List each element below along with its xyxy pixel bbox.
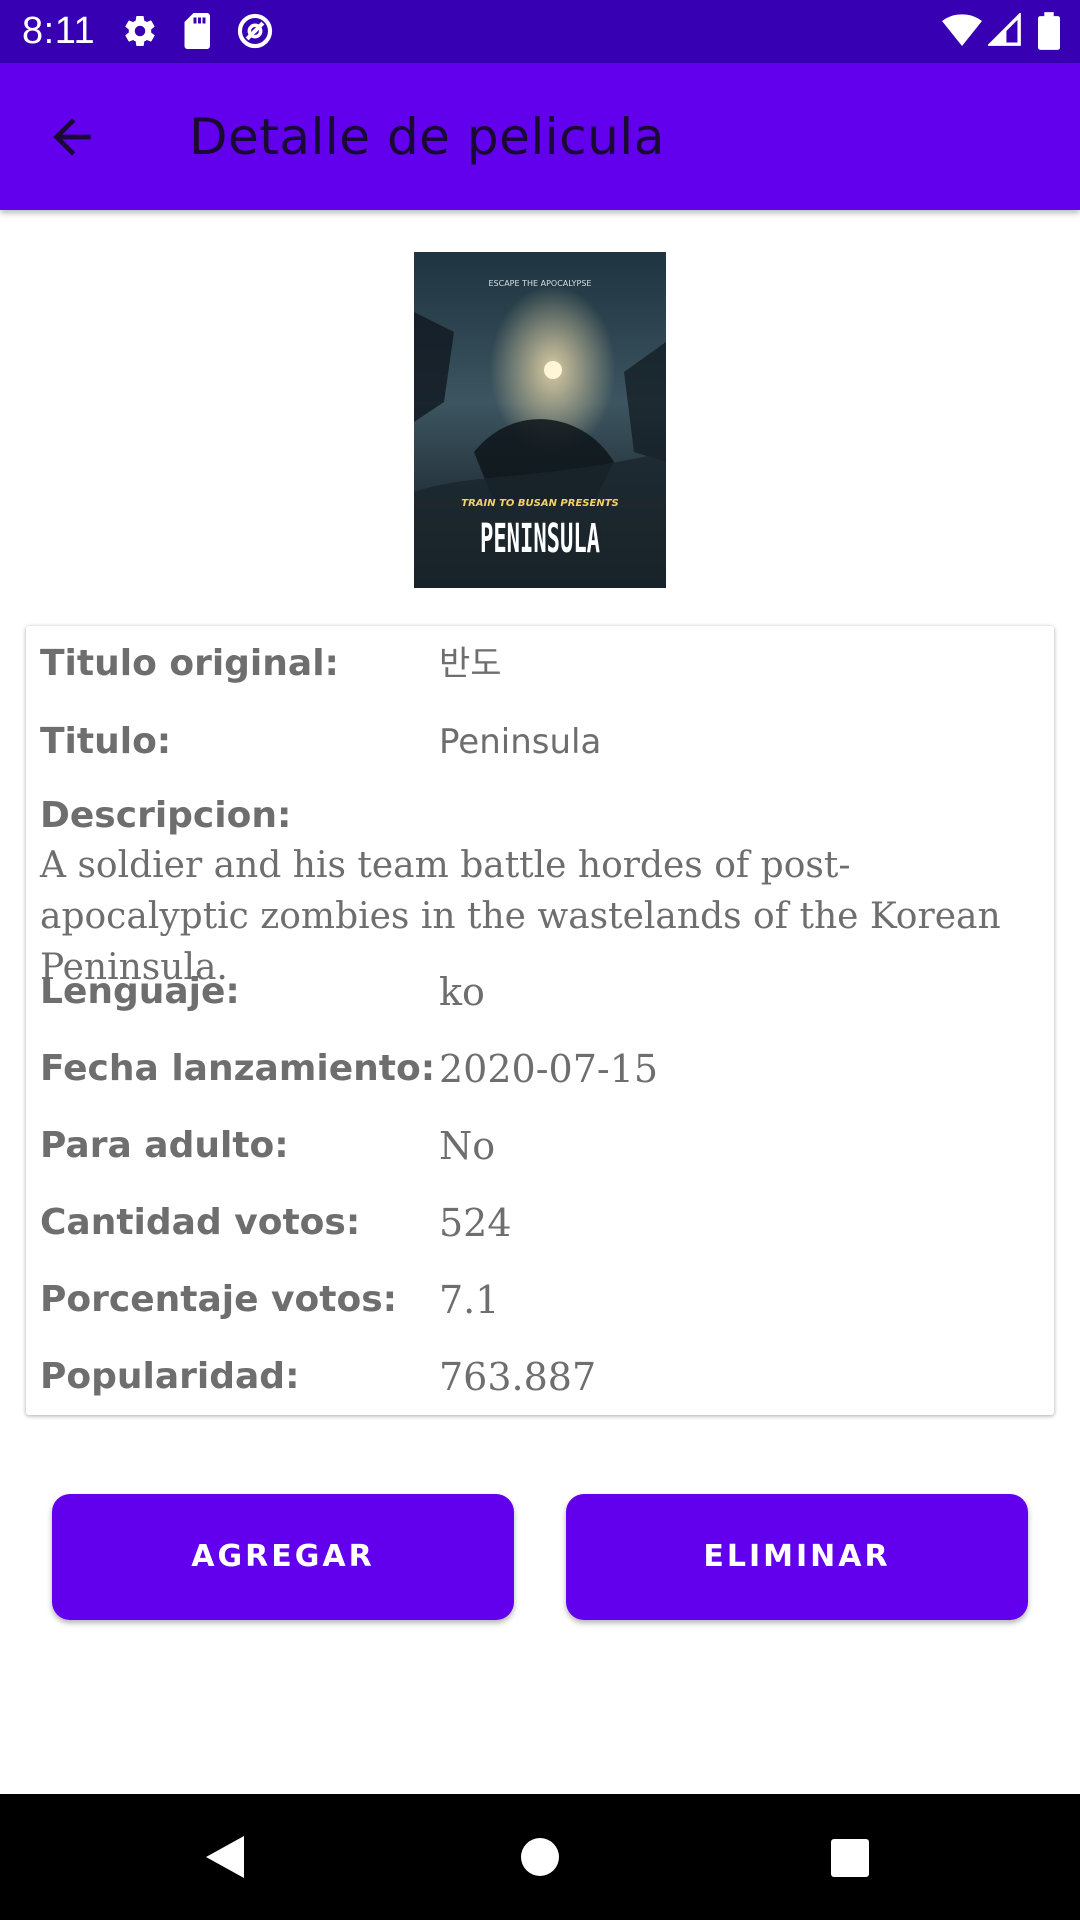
description-label: Descripcion:	[40, 795, 292, 836]
recents-square-icon[interactable]	[830, 1838, 870, 1878]
arrow-back-icon[interactable]	[44, 109, 100, 165]
release-date-label: Fecha lanzamiento:	[40, 1048, 436, 1089]
settings-icon	[125, 16, 155, 47]
poster-tagline: ESCAPE THE APOCALYPSE	[488, 279, 591, 288]
sd-card-icon	[184, 13, 210, 49]
original-title-value: 반도	[439, 644, 502, 684]
add-button[interactable]: AGREGAR	[52, 1494, 514, 1620]
navigation-bar	[0, 1794, 1080, 1920]
status-bar: 8:11	[0, 0, 1080, 63]
delete-button[interactable]: ELIMINAR	[566, 1494, 1028, 1620]
wifi-icon	[942, 14, 982, 47]
movie-poster: ESCAPE THE APOCALYPSE TRAIN TO BUSAN PRE…	[414, 252, 666, 588]
vote-average-value: 7.1	[439, 1278, 500, 1322]
original-title-label: Titulo original:	[40, 643, 339, 684]
sync-icon	[237, 13, 273, 49]
poster-presenter: TRAIN TO BUSAN PRESENTS	[461, 498, 618, 509]
vote-count-value: 524	[439, 1201, 512, 1245]
app-bar: Detalle de pelicula	[0, 63, 1080, 210]
battery-icon	[1038, 12, 1060, 50]
adult-value: No	[439, 1124, 496, 1168]
language-label: Lenguaje:	[40, 971, 240, 1012]
back-triangle-icon[interactable]	[204, 1834, 246, 1880]
movie-details-card: Titulo original: 반도 Titulo: Peninsula De…	[26, 626, 1054, 1415]
title-value: Peninsula	[439, 722, 602, 762]
vote-average-label: Porcentaje votos:	[40, 1279, 398, 1320]
poster-title: PENINSULA	[480, 516, 600, 562]
page-title: Detalle de pelicula	[189, 108, 665, 166]
home-circle-icon[interactable]	[520, 1837, 560, 1877]
popularity-value: 763.887	[439, 1355, 597, 1399]
language-value: ko	[439, 970, 485, 1014]
status-time: 8:11	[22, 10, 96, 52]
adult-label: Para adulto:	[40, 1125, 289, 1166]
popularity-label: Popularidad:	[40, 1356, 300, 1397]
title-label: Titulo:	[40, 721, 172, 762]
vote-count-label: Cantidad votos:	[40, 1202, 361, 1243]
signal-icon	[988, 13, 1021, 46]
release-date-value: 2020-07-15	[439, 1047, 659, 1091]
